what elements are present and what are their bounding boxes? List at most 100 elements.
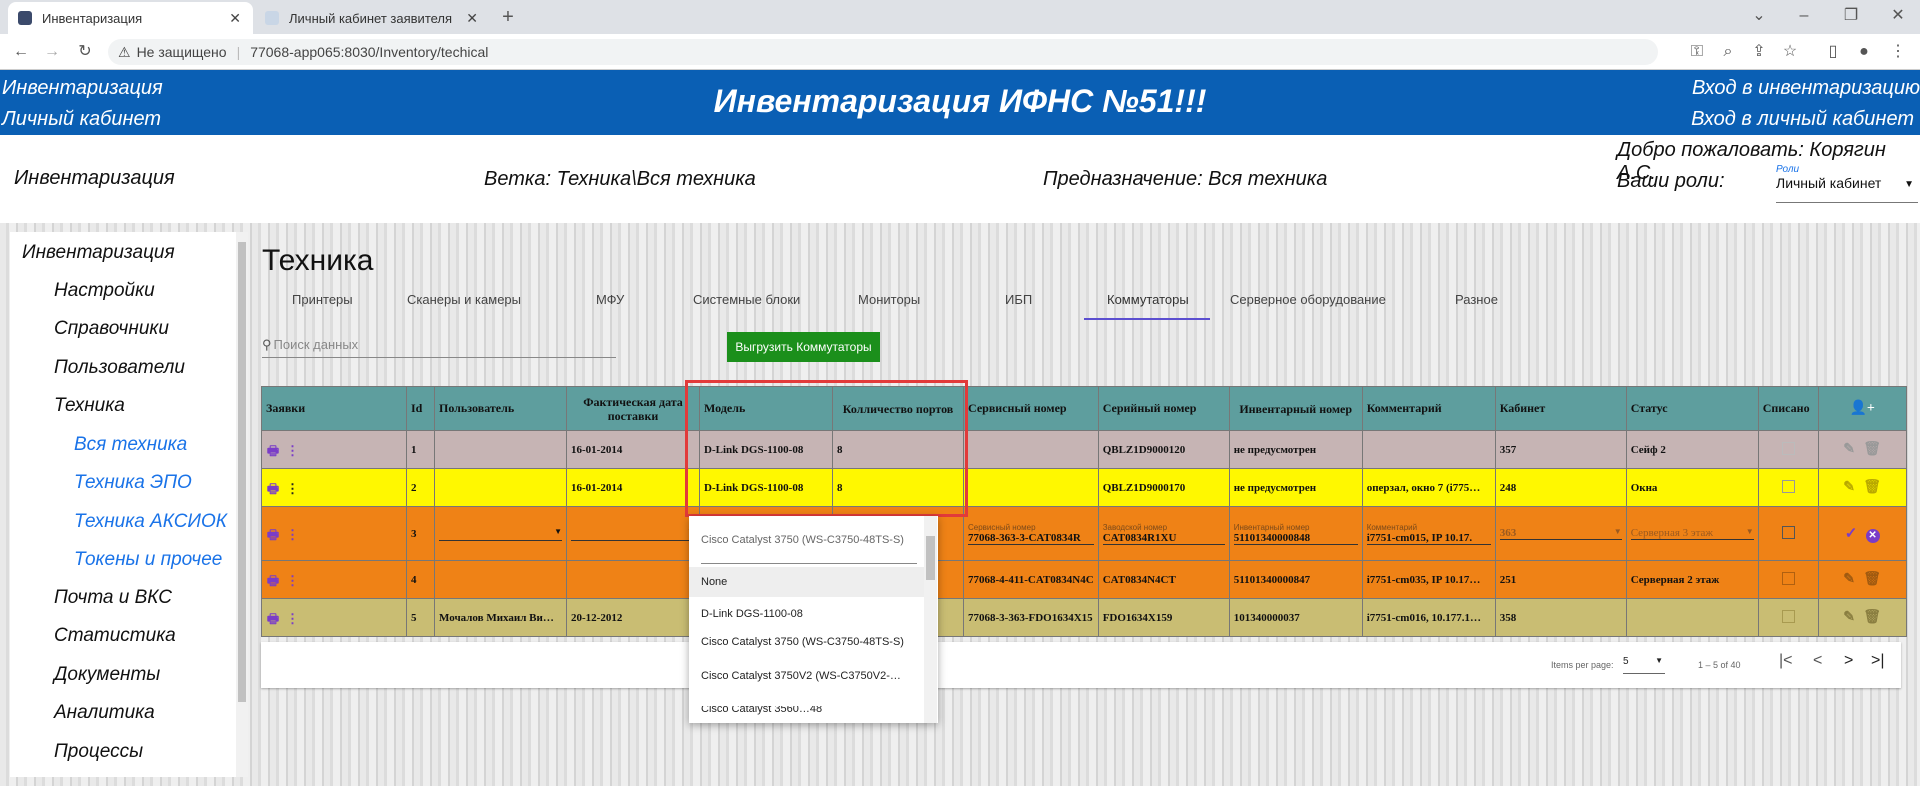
bookmark-star-icon[interactable]: ☆ <box>1779 42 1801 62</box>
share-icon[interactable]: ⇪ <box>1748 42 1770 62</box>
printer-icon[interactable]: 🖶 <box>266 480 280 496</box>
close-window-icon[interactable]: ✕ <box>1887 6 1909 26</box>
col-header-serial-no[interactable]: Серийный номер <box>1097 386 1230 431</box>
user-select[interactable]: ▼ <box>439 527 562 541</box>
sidebar-item-settings[interactable]: Настройки <box>54 280 155 302</box>
edit-icon[interactable]: ✎ <box>1843 442 1855 457</box>
cabinet-select[interactable]: 363 ▼ <box>1499 527 1622 540</box>
sidebar-item-users[interactable]: Пользователи <box>54 357 185 379</box>
written-off-checkbox[interactable] <box>1781 571 1795 585</box>
sidebar-item-all-equipment[interactable]: Вся техника <box>74 434 187 456</box>
sidebar-item-equipment[interactable]: Техника <box>54 395 125 417</box>
edit-icon[interactable]: ✎ <box>1843 572 1855 587</box>
written-off-checkbox[interactable] <box>1781 441 1795 455</box>
service-number-input[interactable]: 77068-363-3-CAT0834R <box>968 532 1094 545</box>
delete-icon[interactable]: 🗑 <box>1863 610 1881 625</box>
tab-printers[interactable]: Принтеры <box>292 292 353 307</box>
col-header-service-no[interactable]: Сервисный номер <box>963 386 1099 431</box>
edit-icon[interactable]: ✎ <box>1843 480 1855 495</box>
table-row[interactable]: 🖶 ⋮ 4 77068-4-411-CAT0834N4C CAT0834N4CT… <box>261 560 1907 599</box>
sidebar-item-processes[interactable]: Процессы <box>54 741 143 763</box>
table-row[interactable]: 🖶 ⋮ 5 Мочалов Михаил Ви… 20-12-2012 7706… <box>261 598 1907 637</box>
key-icon[interactable]: ⚿ <box>1686 42 1708 62</box>
printer-icon[interactable]: 🖶 <box>266 572 280 588</box>
col-header-written-off[interactable]: Списано <box>1757 386 1819 431</box>
tab-search-icon[interactable]: ⌄ <box>1748 6 1770 26</box>
written-off-checkbox[interactable] <box>1781 525 1795 539</box>
more-vert-icon[interactable]: ⋮ <box>286 481 300 496</box>
printer-icon[interactable]: 🖶 <box>266 526 280 542</box>
dropdown-search-input[interactable]: Cisco Catalyst 3750 (WS-C3750-48TS-S) <box>701 534 917 564</box>
tab-monitors[interactable]: Мониторы <box>858 292 920 307</box>
more-vert-icon[interactable]: ⋮ <box>286 527 300 542</box>
forward-arrow-icon[interactable]: → <box>41 42 63 62</box>
close-tab-icon[interactable]: ✕ <box>229 10 241 27</box>
dropdown-option[interactable]: Cisco Catalyst 3560…48 <box>701 706 822 720</box>
table-row[interactable]: 🖶 ⋮ 1 16-01-2014 D-Link DGS-1100-08 8 QB… <box>261 430 1907 469</box>
tab-system-units[interactable]: Системные блоки <box>693 292 800 307</box>
table-row[interactable]: 🖶 ⋮ 2 16-01-2014 D-Link DGS-1100-08 8 QB… <box>261 468 1907 507</box>
sidebar-item-aksiok[interactable]: Техника АКСИОК <box>74 511 227 533</box>
col-header-cabinet[interactable]: Кабинет <box>1494 386 1627 431</box>
more-vert-icon[interactable]: ⋮ <box>286 611 300 626</box>
sidebar-item-tokens[interactable]: Токены и прочее <box>74 549 222 571</box>
cancel-icon[interactable]: ✕ <box>1865 529 1880 543</box>
url-field[interactable]: ⚠ Не защищено | 77068-app065:8030/Invent… <box>108 39 1658 65</box>
tab-misc[interactable]: Разное <box>1455 292 1498 307</box>
add-user-button[interactable]: 👤+ <box>1817 386 1907 431</box>
inventory-number-input[interactable]: 51101340000848 <box>1233 532 1358 545</box>
col-header-delivery-date[interactable]: Фактическая дата поставки <box>566 386 700 431</box>
login-inventory-link[interactable]: Вход в инвентаризацию <box>1692 77 1920 100</box>
delete-icon[interactable]: 🗑 <box>1863 572 1881 587</box>
edit-icon[interactable]: ✎ <box>1843 610 1855 625</box>
sidebar-item-epo[interactable]: Техника ЭПО <box>74 472 192 494</box>
more-vert-icon[interactable]: ⋮ <box>286 573 300 588</box>
dropdown-option[interactable]: None <box>689 567 927 597</box>
maximize-icon[interactable]: ❐ <box>1840 6 1862 26</box>
tab-ups[interactable]: ИБП <box>1005 292 1032 307</box>
minimize-icon[interactable]: – <box>1793 6 1815 26</box>
printer-icon[interactable]: 🖶 <box>266 610 280 626</box>
written-off-checkbox[interactable] <box>1781 479 1795 493</box>
search-input[interactable]: ⚲ Поиск данных <box>262 332 616 358</box>
reload-icon[interactable]: ↻ <box>74 42 96 62</box>
col-header-comment[interactable]: Комментарий <box>1361 386 1496 431</box>
printer-icon[interactable]: 🖶 <box>266 442 280 458</box>
browser-menu-icon[interactable]: ⋮ <box>1887 42 1909 62</box>
sidebar-item-inventory[interactable]: Инвентаризация <box>22 242 175 264</box>
written-off-checkbox[interactable] <box>1781 609 1795 623</box>
dropdown-scroll-thumb[interactable] <box>926 536 935 580</box>
delete-icon[interactable]: 🗑 <box>1863 480 1881 495</box>
sidebar-item-analytics[interactable]: Аналитика <box>54 702 155 724</box>
date-picker[interactable]: ▼ <box>571 527 695 541</box>
tab-scanners[interactable]: Сканеры и камеры <box>407 292 521 307</box>
col-header-inventory-no[interactable]: Инвентарный номер <box>1228 386 1363 431</box>
col-header-status[interactable]: Статус <box>1625 386 1759 431</box>
serial-number-input[interactable]: CAT0834R1XU <box>1102 532 1225 545</box>
dropdown-option[interactable]: Cisco Catalyst 3750 (WS-C3750-48TS-S) <box>701 636 904 648</box>
tab-switches[interactable]: Коммутаторы <box>1107 292 1189 307</box>
col-header-requests[interactable]: Заявки <box>261 386 407 431</box>
items-per-page-select[interactable]: 5 ▼ <box>1623 656 1665 674</box>
first-page-icon[interactable]: |< <box>1779 652 1793 670</box>
side-panel-icon[interactable]: ▯ <box>1822 42 1844 62</box>
next-page-icon[interactable]: > <box>1844 652 1853 670</box>
close-tab-icon[interactable]: ✕ <box>466 10 478 27</box>
back-arrow-icon[interactable]: ← <box>10 42 32 62</box>
delete-icon[interactable]: 🗑 <box>1863 442 1881 457</box>
login-cabinet-link[interactable]: Вход в личный кабинет <box>1691 108 1914 131</box>
sidebar-item-statistics[interactable]: Статистика <box>54 625 176 647</box>
browser-tab-inventory[interactable]: Инвентаризация ✕ <box>8 2 253 34</box>
col-header-id[interactable]: Id <box>406 386 435 431</box>
sidebar-item-references[interactable]: Справочники <box>54 318 169 340</box>
export-switches-button[interactable]: Выгрузить Коммутаторы <box>727 332 880 362</box>
last-page-icon[interactable]: >| <box>1871 652 1885 670</box>
more-vert-icon[interactable]: ⋮ <box>286 443 300 458</box>
tab-mfu[interactable]: МФУ <box>596 292 624 307</box>
sidebar-item-documents[interactable]: Документы <box>54 664 160 686</box>
confirm-check-icon[interactable]: ✓ <box>1845 526 1858 542</box>
prev-page-icon[interactable]: < <box>1813 652 1822 670</box>
dropdown-option[interactable]: Cisco Catalyst 3750V2 (WS-C3750V2-… <box>701 670 901 682</box>
tab-server[interactable]: Серверное оборудование <box>1230 292 1386 307</box>
sidebar-scroll-thumb[interactable] <box>238 242 246 702</box>
